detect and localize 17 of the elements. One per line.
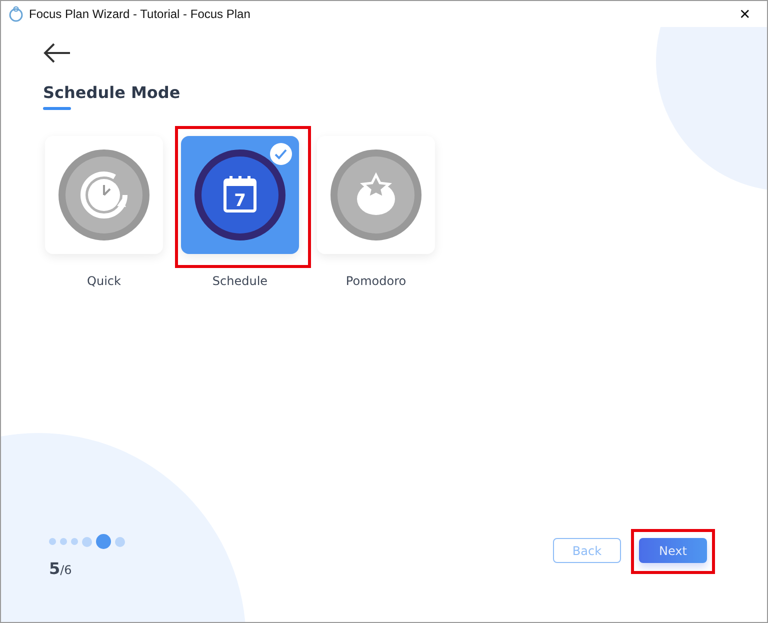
check-icon (269, 142, 293, 166)
back-arrow-icon[interactable] (43, 43, 71, 63)
step-counter: 5/6 (49, 559, 72, 578)
mode-label: Schedule (212, 274, 268, 288)
mode-label: Quick (87, 274, 121, 288)
page-heading: Schedule Mode (43, 83, 182, 102)
clock-icon (80, 172, 128, 218)
mode-card[interactable]: 7 (181, 136, 299, 254)
heading-underline (43, 107, 71, 110)
tomato-icon (357, 172, 395, 215)
app-icon (9, 6, 23, 22)
next-button[interactable]: Next (639, 538, 707, 563)
mode-card[interactable] (45, 136, 163, 254)
mode-card[interactable] (317, 136, 435, 254)
window-title: Focus Plan Wizard - Tutorial - Focus Plan (29, 7, 250, 21)
mode-label: Pomodoro (346, 274, 406, 288)
close-button[interactable]: ✕ (723, 1, 767, 27)
